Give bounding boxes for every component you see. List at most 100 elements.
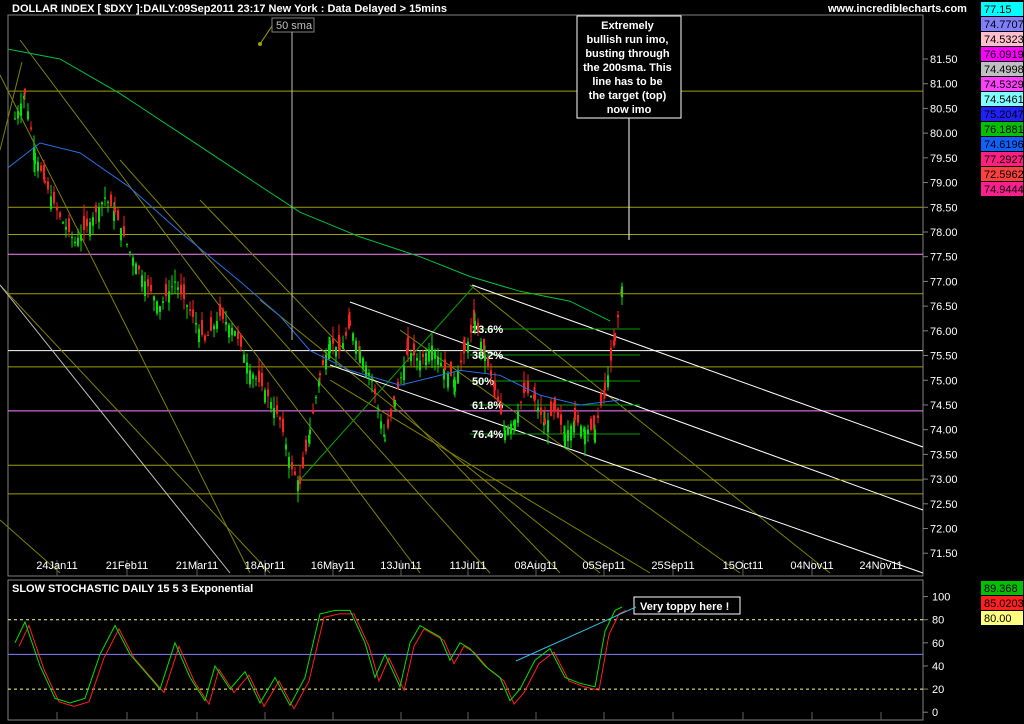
candle-body bbox=[494, 382, 496, 391]
y-tick-label: 81.00 bbox=[930, 79, 958, 91]
y-tick-label: 80.00 bbox=[930, 128, 958, 140]
candle-body bbox=[144, 281, 146, 296]
sma-label-dot bbox=[258, 42, 262, 46]
candle-body bbox=[98, 207, 100, 222]
legend-value: 74.6196 bbox=[984, 139, 1024, 151]
candle-body bbox=[174, 281, 176, 283]
candle-body bbox=[195, 322, 197, 325]
candle-body bbox=[120, 228, 122, 241]
candle-body bbox=[394, 400, 396, 407]
stoch-legend-value: 89.368 bbox=[984, 583, 1018, 595]
candle-body bbox=[527, 380, 529, 394]
candle-body bbox=[68, 218, 70, 232]
candle-body bbox=[276, 405, 278, 414]
stoch-y-tick-label: 60 bbox=[932, 638, 944, 650]
x-tick-label: 15Oct11 bbox=[723, 560, 764, 572]
candle-body bbox=[86, 218, 88, 227]
candle-body bbox=[258, 370, 260, 383]
candle-body bbox=[349, 320, 351, 326]
candle-body bbox=[71, 236, 73, 238]
y-tick-label: 73.00 bbox=[930, 474, 958, 486]
y-tick-label: 71.50 bbox=[930, 548, 958, 560]
candle-body bbox=[617, 315, 619, 318]
candle-body bbox=[574, 407, 576, 420]
candle-body bbox=[104, 197, 106, 199]
candle-body bbox=[150, 284, 152, 292]
legend-value: 74.5329 bbox=[984, 79, 1024, 91]
candle-body bbox=[225, 321, 227, 325]
candle-body bbox=[457, 371, 459, 384]
candle-body bbox=[594, 429, 596, 443]
candle-body bbox=[390, 409, 392, 416]
candle-body bbox=[180, 284, 182, 294]
candle-body bbox=[138, 265, 140, 270]
x-tick-label: 11Jul11 bbox=[450, 560, 487, 572]
candle-body bbox=[74, 241, 76, 244]
candle-body bbox=[510, 423, 512, 434]
candle-body bbox=[355, 340, 357, 354]
candle-body bbox=[231, 327, 233, 336]
candle-body bbox=[249, 370, 251, 385]
y-tick-label: 75.00 bbox=[930, 375, 958, 387]
candle-body bbox=[540, 407, 542, 415]
candle-body bbox=[30, 127, 32, 130]
candle-body bbox=[431, 345, 433, 361]
legend-value: 72.5962 bbox=[984, 169, 1024, 181]
candle-body bbox=[228, 324, 230, 338]
stoch-y-tick-label: 80 bbox=[932, 615, 944, 627]
stochastic-title: SLOW STOCHASTIC DAILY 15 5 3 Exponential bbox=[12, 583, 253, 595]
candle-body bbox=[567, 430, 569, 442]
candle-body bbox=[560, 414, 562, 425]
candle-body bbox=[222, 309, 224, 319]
candle-body bbox=[345, 331, 347, 336]
y-tick-label: 72.50 bbox=[930, 499, 958, 511]
candle-body bbox=[371, 380, 373, 382]
candle-body bbox=[77, 237, 79, 246]
x-tick-label: 25Sep11 bbox=[651, 560, 694, 572]
candle-body bbox=[252, 374, 254, 379]
candle-body bbox=[255, 378, 257, 380]
candle-body bbox=[368, 372, 370, 376]
y-tick-label: 78.50 bbox=[930, 202, 958, 214]
candle-body bbox=[80, 233, 82, 241]
candle-body bbox=[270, 401, 272, 409]
candle-body bbox=[129, 251, 131, 253]
candle-body bbox=[267, 389, 269, 397]
candle-body bbox=[279, 417, 281, 420]
candle-body bbox=[107, 201, 109, 203]
candle-body bbox=[614, 333, 616, 341]
candle-body bbox=[240, 334, 242, 347]
y-tick-label: 77.00 bbox=[930, 276, 958, 288]
candle-body bbox=[37, 161, 39, 172]
candle-body bbox=[413, 343, 415, 356]
candle-body bbox=[400, 377, 402, 379]
candle-body bbox=[17, 110, 19, 119]
candle-body bbox=[294, 471, 296, 475]
x-tick-label: 24Nov11 bbox=[859, 560, 902, 572]
candle-body bbox=[437, 357, 439, 365]
candle-body bbox=[422, 354, 424, 357]
candle-body bbox=[547, 420, 549, 433]
callout-line: bullish run imo, bbox=[587, 34, 669, 46]
candle-body bbox=[207, 334, 209, 336]
candle-body bbox=[580, 425, 582, 437]
candle-body bbox=[192, 309, 194, 317]
candle-body bbox=[477, 322, 479, 332]
candle-body bbox=[322, 360, 324, 365]
candle-body bbox=[165, 284, 167, 297]
callout-line: now imo bbox=[607, 104, 652, 116]
candle-body bbox=[186, 305, 188, 307]
callout-line: the 200sma. This bbox=[583, 62, 672, 74]
candle-body bbox=[584, 429, 586, 445]
website-label[interactable]: www.incrediblecharts.com bbox=[827, 3, 967, 15]
y-tick-label: 78.00 bbox=[930, 227, 958, 239]
candle-body bbox=[264, 390, 266, 403]
candle-body bbox=[261, 372, 263, 387]
y-tick-label: 74.00 bbox=[930, 425, 958, 437]
candle-body bbox=[14, 118, 16, 120]
y-tick-label: 75.50 bbox=[930, 351, 958, 363]
candle-body bbox=[520, 401, 522, 403]
candle-body bbox=[325, 354, 327, 370]
candle-body bbox=[299, 476, 301, 485]
candle-body bbox=[419, 360, 421, 371]
